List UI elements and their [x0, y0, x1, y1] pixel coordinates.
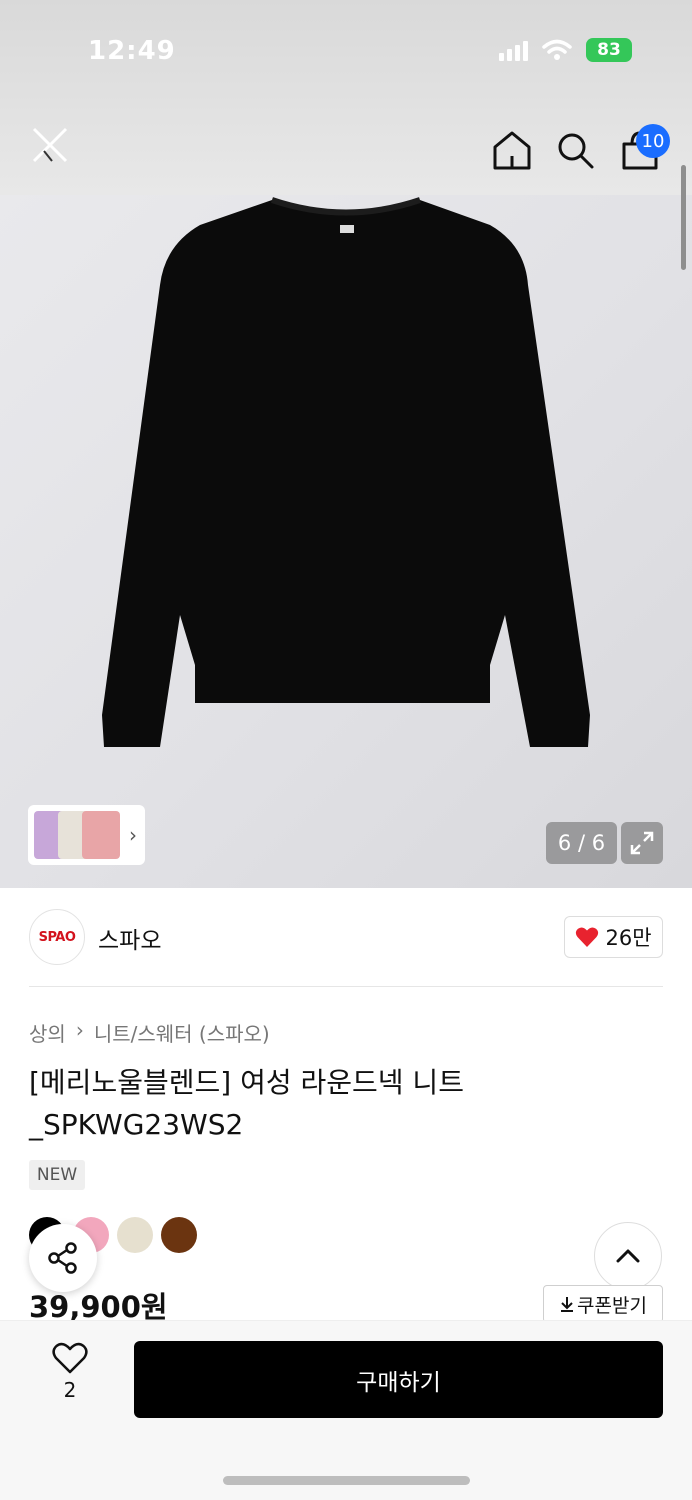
heart-outline-icon: [52, 1342, 88, 1374]
battery-level: 83: [597, 40, 621, 60]
product-image[interactable]: [0, 195, 692, 888]
chevron-right-icon: ›: [129, 823, 137, 847]
breadcrumb-item[interactable]: 니트/스웨터 (스파오): [94, 1018, 270, 1047]
close-icon[interactable]: [30, 125, 70, 165]
new-tag: NEW: [29, 1160, 85, 1190]
thumbnail-strip[interactable]: ›: [28, 805, 145, 865]
battery-indicator: 83: [586, 38, 632, 62]
status-time: 12:49: [88, 36, 176, 66]
favorite-count: 2: [63, 1378, 77, 1402]
heart-filled-icon: [576, 927, 599, 947]
product-title: [메리노울블렌드] 여성 라운드넥 니트_SPKWG23WS2: [29, 1066, 464, 1141]
chevron-up-icon: [616, 1249, 640, 1263]
signal-icon: [499, 39, 528, 61]
search-icon[interactable]: [555, 130, 595, 170]
divider: [29, 986, 663, 987]
expand-button[interactable]: [621, 822, 663, 864]
favorite-button[interactable]: 2: [40, 1342, 100, 1414]
cart-count-badge: 10: [636, 124, 670, 158]
expand-icon: [630, 831, 654, 855]
breadcrumb: 상의 › 니트/스웨터 (스파오): [29, 1018, 270, 1047]
status-icons: 83: [499, 38, 632, 62]
breadcrumb-separator-icon: ›: [75, 1018, 84, 1042]
breadcrumb-item[interactable]: 상의: [29, 1018, 66, 1047]
brand-like-count: 26만: [605, 926, 652, 950]
brand-logo[interactable]: SPAO: [29, 909, 85, 965]
share-icon: [48, 1242, 77, 1274]
wifi-icon: [542, 39, 572, 60]
image-page-counter: 6 / 6: [546, 822, 617, 864]
download-icon: [561, 1297, 574, 1312]
share-button[interactable]: [29, 1224, 97, 1292]
scroll-indicator[interactable]: [681, 165, 686, 270]
home-indicator[interactable]: [223, 1476, 470, 1485]
coupon-download-button[interactable]: 쿠폰받기: [543, 1285, 663, 1323]
color-swatch-brown[interactable]: [161, 1217, 197, 1253]
sweater-image: [102, 197, 590, 747]
status-bar: 12:49 83: [0, 0, 692, 100]
brand-name[interactable]: 스파오: [98, 921, 161, 955]
brand-like-button[interactable]: 26만: [564, 916, 663, 958]
coupon-label: 쿠폰받기: [577, 1294, 647, 1317]
scroll-to-top-button[interactable]: [594, 1222, 662, 1290]
color-swatch-ivory[interactable]: [117, 1217, 153, 1253]
buy-button[interactable]: 구매하기: [134, 1341, 663, 1418]
brand-logo-text: SPAO: [38, 929, 76, 945]
home-icon[interactable]: [490, 128, 534, 172]
thumbnail-3[interactable]: [82, 811, 120, 859]
